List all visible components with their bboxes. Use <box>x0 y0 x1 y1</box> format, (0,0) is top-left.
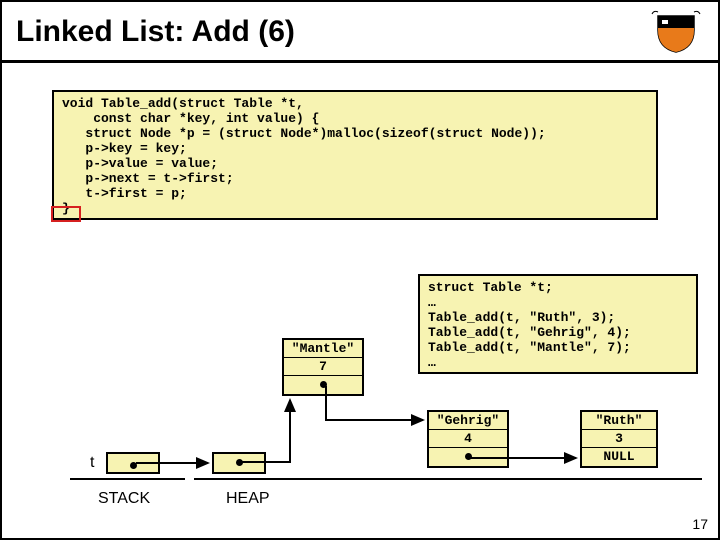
node-next: NULL <box>582 448 656 466</box>
node-mantle: "Mantle" 7 <box>282 338 364 396</box>
stack-label: STACK <box>98 490 150 508</box>
pointer-dot-icon <box>130 462 137 469</box>
divider <box>194 478 702 480</box>
princeton-crest-icon <box>648 10 704 54</box>
code-block-function: void Table_add(struct Table *t, const ch… <box>52 90 658 220</box>
pointer-dot-icon <box>465 453 472 460</box>
title-bar: Linked List: Add (6) <box>2 2 718 63</box>
node-value: 3 <box>582 430 656 448</box>
node-key: "Mantle" <box>284 340 362 358</box>
pointer-dot-icon <box>236 459 243 466</box>
code-block-usage: struct Table *t; … Table_add(t, "Ruth", … <box>418 274 698 374</box>
node-ruth: "Ruth" 3 NULL <box>580 410 658 468</box>
pointer-cell <box>214 454 264 472</box>
node-next <box>284 376 362 394</box>
highlight-box <box>51 206 81 222</box>
node-key: "Ruth" <box>582 412 656 430</box>
t-label: t <box>90 454 94 472</box>
node-key: "Gehrig" <box>429 412 507 430</box>
node-value: 4 <box>429 430 507 448</box>
divider <box>70 478 185 480</box>
page-title: Linked List: Add (6) <box>16 15 295 49</box>
node-next <box>429 448 507 466</box>
node-value: 7 <box>284 358 362 376</box>
pointer-dot-icon <box>320 381 327 388</box>
page-number: 17 <box>692 516 708 532</box>
table-first-box <box>212 452 266 474</box>
node-gehrig: "Gehrig" 4 <box>427 410 509 468</box>
stack-var-t <box>106 452 160 474</box>
heap-label: HEAP <box>226 490 270 508</box>
slide: Linked List: Add (6) void Table_add(stru… <box>0 0 720 540</box>
